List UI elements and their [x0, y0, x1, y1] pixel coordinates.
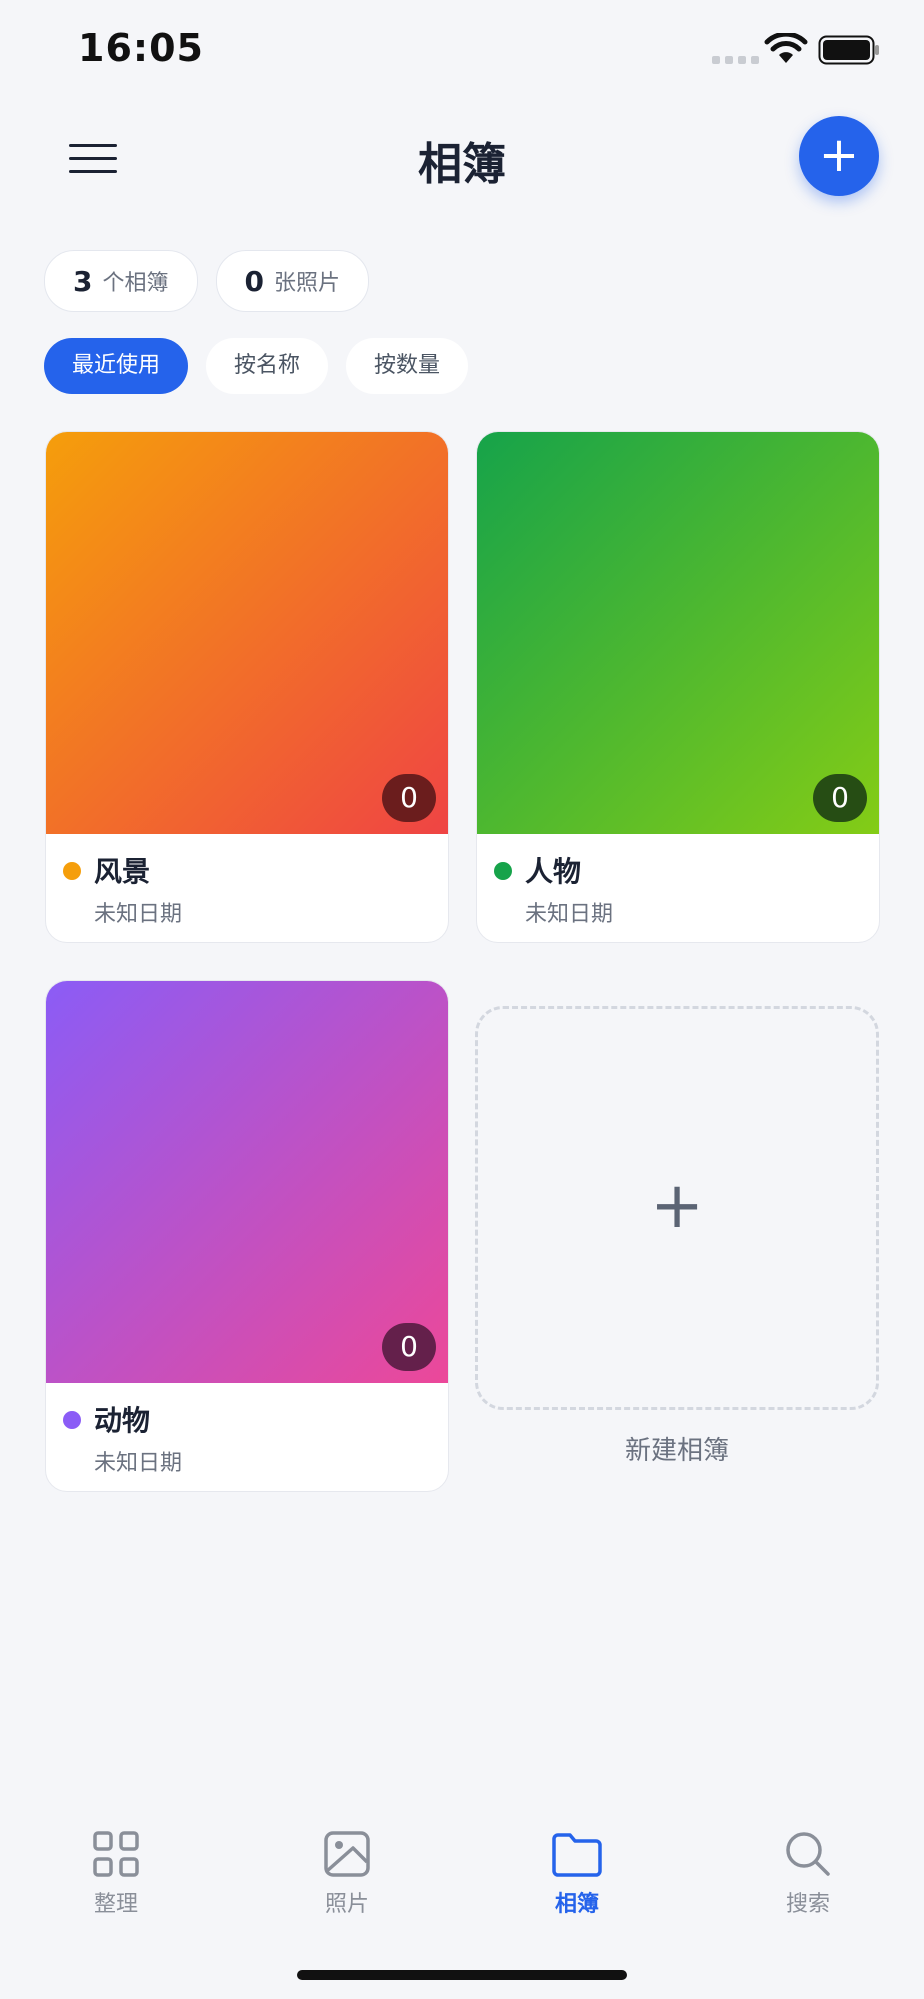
tab-label: 搜索	[785, 1892, 830, 1917]
photo-count-badge: 0	[813, 774, 867, 822]
tab-search[interactable]: 搜索	[728, 1830, 888, 1918]
new-album-label: 新建相簿	[624, 1436, 729, 1466]
image-icon	[324, 1831, 370, 1877]
photo-count-chip: 0 张照片	[215, 250, 369, 312]
album-color-dot	[63, 862, 81, 880]
tab-label: 整理	[93, 1892, 138, 1917]
album-date: 未知日期	[525, 902, 614, 927]
album-color-dot	[63, 1411, 81, 1429]
album-name: 动物	[94, 1404, 151, 1437]
tab-label: 相簿	[554, 1892, 599, 1917]
tab-label: 照片	[324, 1892, 369, 1917]
album-name: 风景	[94, 855, 151, 888]
album-info: 动物 未知日期	[46, 1383, 448, 1491]
search-icon	[786, 1832, 830, 1876]
album-count: 3	[73, 264, 93, 298]
album-cover: 0	[46, 432, 448, 834]
stats-row: 3 个相簿 0 张照片	[44, 250, 369, 312]
tab-organize[interactable]: 整理	[36, 1830, 196, 1918]
album-date: 未知日期	[94, 902, 183, 927]
sort-options: 最近使用 按名称 按数量	[44, 338, 469, 394]
album-cover: 0	[477, 432, 879, 834]
header: 相簿 +	[0, 110, 924, 210]
sort-count[interactable]: 按数量	[346, 338, 469, 394]
signal-icon	[712, 56, 759, 64]
album-color-dot	[494, 862, 512, 880]
plus-icon: +	[650, 1169, 704, 1243]
add-album-button[interactable]: +	[799, 116, 879, 196]
tab-albums[interactable]: 相簿	[497, 1830, 657, 1918]
sort-recent[interactable]: 最近使用	[44, 338, 189, 394]
album-count-chip: 3 个相簿	[44, 250, 198, 312]
album-date: 未知日期	[94, 1451, 183, 1476]
new-album-tile[interactable]: +	[475, 1006, 879, 1410]
photo-count-label: 张照片	[273, 271, 340, 296]
album-name: 人物	[525, 855, 582, 888]
battery-icon	[818, 35, 879, 65]
wifi-icon	[764, 33, 808, 63]
folder-icon	[552, 1833, 602, 1877]
tab-bar: 整理 照片 相簿 搜索	[0, 1820, 924, 1940]
album-count-label: 个相簿	[102, 271, 169, 296]
album-info: 风景 未知日期	[46, 834, 448, 942]
status-bar: 16:05	[0, 0, 924, 100]
status-time: 16:05	[78, 26, 204, 70]
photo-count-badge: 0	[382, 1323, 436, 1371]
album-cover: 0	[46, 981, 448, 1383]
album-card[interactable]: 0 风景 未知日期	[45, 431, 449, 943]
grid-icon	[93, 1831, 139, 1877]
album-card[interactable]: 0 人物 未知日期	[476, 431, 880, 943]
home-indicator	[297, 1970, 627, 1980]
album-info: 人物 未知日期	[477, 834, 879, 942]
album-card[interactable]: 0 动物 未知日期	[45, 980, 449, 1492]
sort-name[interactable]: 按名称	[206, 338, 329, 394]
photo-count-badge: 0	[382, 774, 436, 822]
photo-count: 0	[244, 264, 264, 298]
page-title: 相簿	[418, 139, 506, 190]
tab-photos[interactable]: 照片	[267, 1830, 427, 1918]
